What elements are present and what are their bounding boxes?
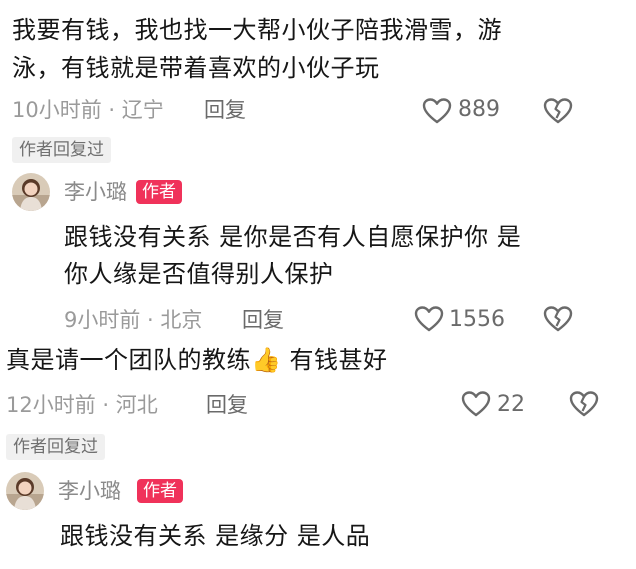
reply-button[interactable]: 回复 [204,96,246,124]
like-count: 1556 [449,307,505,332]
like-button[interactable] [414,305,444,333]
comment-text-part: 有钱甚好 [281,346,388,374]
heart-icon [461,391,491,417]
like-button[interactable] [422,97,452,125]
broken-heart-icon [543,98,573,124]
reply-meta: 9小时前 · 北京 [64,308,203,332]
like-count: 889 [458,97,500,122]
comment-text-line: 我要有钱，我也找一大帮小伙子陪我滑雪，游 [12,16,502,44]
reply-text-line: 跟钱没有关系 是缘分 是人品 [60,522,371,550]
avatar-image [6,472,44,510]
author-badge: 作者 [136,180,182,204]
author-replied-tag: 作者回复过 [6,434,105,460]
avatar[interactable] [12,173,50,211]
author-replied-tag: 作者回复过 [12,137,111,163]
comment-meta: 12小时前 · 河北 [6,393,158,417]
broken-heart-icon [543,306,573,332]
comment-text: 真是请一个团队的教练👍 有钱甚好 [6,343,388,377]
author-badge: 作者 [137,479,183,503]
like-button[interactable] [461,390,491,418]
avatar[interactable] [6,472,44,510]
reply-button[interactable]: 回复 [206,391,248,419]
dislike-button[interactable] [543,97,573,125]
broken-heart-icon [569,391,599,417]
reply-text-line: 跟钱没有关系 是你是否有人自愿保护你 是 [64,223,522,251]
comment-text-part: 真是请一个团队的教练 [6,346,251,374]
avatar-image [12,173,50,211]
reply-button[interactable]: 回复 [242,306,284,334]
heart-icon [422,98,452,124]
like-count: 22 [497,392,525,417]
dislike-button[interactable] [569,390,599,418]
author-name[interactable]: 李小璐 [58,477,121,505]
comment-text-line: 泳，有钱就是带着喜欢的小伙子玩 [12,54,380,82]
author-name[interactable]: 李小璐 [64,178,127,206]
reply-text-line: 你人缘是否值得别人保护 [64,260,334,288]
heart-icon [414,306,444,332]
comment-meta: 10小时前 · 辽宁 [12,98,164,122]
thumbs-up-emoji: 👍 [251,346,282,374]
dislike-button[interactable] [543,305,573,333]
